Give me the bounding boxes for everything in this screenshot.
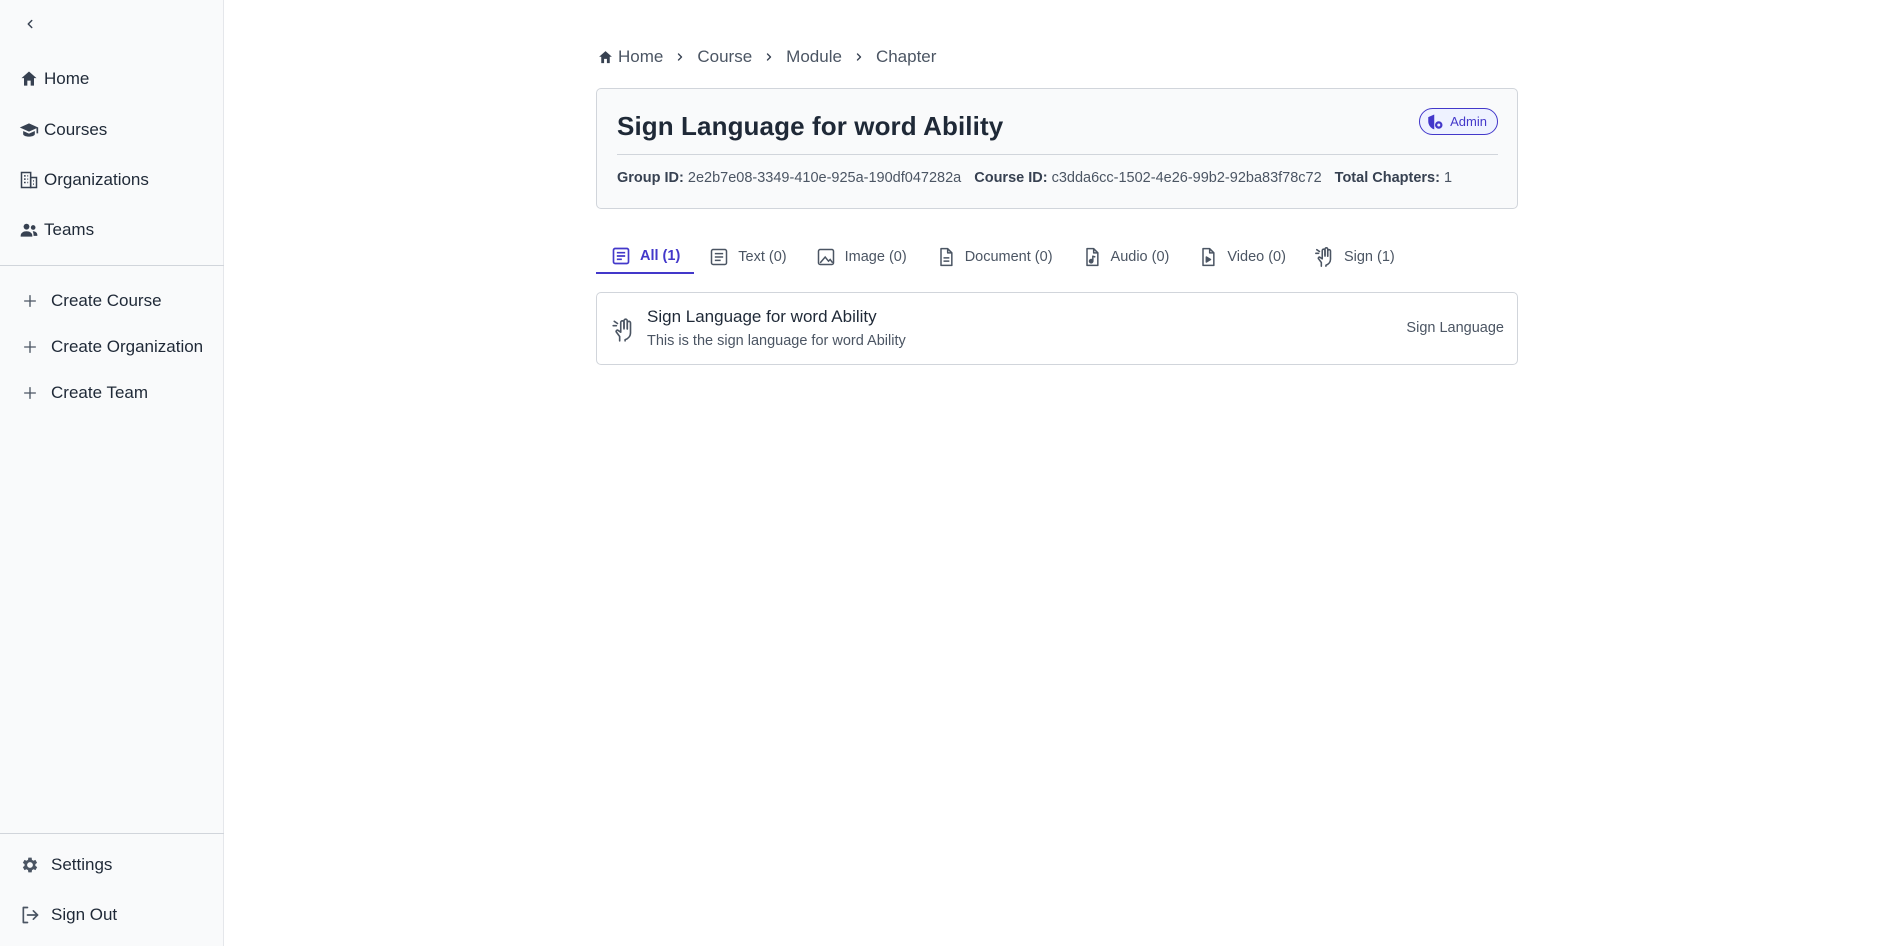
breadcrumb: Home Course Module Chapter bbox=[597, 44, 936, 70]
role-badge: Admin bbox=[1419, 108, 1498, 135]
chevron-right-icon bbox=[763, 51, 775, 63]
tab-label: Document (0) bbox=[964, 249, 1053, 265]
breadcrumb-chapter[interactable]: Chapter bbox=[876, 47, 936, 67]
chapter-title: Sign Language for word Ability bbox=[647, 307, 877, 326]
tab-sign[interactable]: Sign (1) bbox=[1300, 240, 1409, 274]
breadcrumb-module[interactable]: Module bbox=[786, 47, 842, 67]
tab-label: Audio (0) bbox=[1110, 249, 1170, 265]
tab-document[interactable]: Document (0) bbox=[921, 240, 1067, 274]
breadcrumb-home[interactable]: Home bbox=[597, 47, 663, 67]
sidebar-item-label: Courses bbox=[44, 120, 108, 139]
settings-label: Settings bbox=[51, 855, 113, 874]
tab-label: All (1) bbox=[640, 248, 681, 264]
sign-out-icon bbox=[20, 905, 40, 925]
header-divider bbox=[617, 154, 1498, 155]
sign-hand-icon bbox=[611, 317, 637, 343]
building-icon bbox=[18, 169, 40, 191]
create-course-label: Create Course bbox=[51, 291, 162, 310]
tab-all[interactable]: All (1) bbox=[596, 240, 695, 274]
sidebar: Home Courses Organizations Teams Create … bbox=[0, 0, 224, 946]
tab-video[interactable]: Video (0) bbox=[1183, 240, 1300, 274]
plus-icon bbox=[20, 383, 40, 403]
plus-icon bbox=[20, 291, 40, 311]
breadcrumb-course[interactable]: Course bbox=[697, 47, 752, 67]
gear-icon bbox=[20, 855, 40, 875]
sidebar-item-home[interactable]: Home bbox=[18, 65, 89, 93]
content-type-tabs: All (1) Text (0) Image (0) Document (0) … bbox=[596, 240, 1409, 274]
tab-label: Video (0) bbox=[1227, 249, 1286, 265]
course-id: Course ID: c3dda6cc-1502-4e26-99b2-92ba8… bbox=[974, 170, 1322, 186]
sidebar-item-label: Home bbox=[44, 69, 90, 88]
create-course-button[interactable]: Create Course bbox=[20, 287, 162, 315]
graduation-cap-icon bbox=[18, 119, 40, 141]
list-icon bbox=[610, 245, 632, 267]
tab-label: Image (0) bbox=[844, 249, 907, 265]
tab-label: Sign (1) bbox=[1343, 249, 1395, 265]
chevron-right-icon bbox=[674, 51, 686, 63]
chapter-meta: Group ID: 2e2b7e08-3349-410e-925a-190df0… bbox=[617, 170, 1452, 186]
tab-image[interactable]: Image (0) bbox=[801, 240, 921, 274]
sidebar-item-label: Teams bbox=[44, 220, 95, 239]
list-item[interactable]: Sign Language for word Ability This is t… bbox=[596, 292, 1518, 365]
tab-label: Text (0) bbox=[738, 249, 787, 265]
page-title: Sign Language for word Ability bbox=[617, 111, 1004, 141]
sidebar-divider bbox=[0, 833, 224, 834]
tab-text[interactable]: Text (0) bbox=[694, 240, 800, 274]
home-icon bbox=[599, 50, 612, 63]
plus-icon bbox=[20, 337, 40, 357]
sidebar-item-label: Organizations bbox=[44, 170, 149, 189]
create-team-label: Create Team bbox=[51, 383, 149, 402]
text-icon bbox=[708, 246, 730, 268]
sign-hand-icon bbox=[1314, 246, 1336, 268]
settings-button[interactable]: Settings bbox=[20, 851, 112, 879]
tab-audio[interactable]: Audio (0) bbox=[1067, 240, 1184, 274]
image-icon bbox=[815, 246, 837, 268]
video-file-icon bbox=[1197, 246, 1219, 268]
chevron-right-icon bbox=[853, 51, 865, 63]
breadcrumb-home-label: Home bbox=[618, 47, 664, 66]
sign-out-label: Sign Out bbox=[51, 905, 118, 924]
home-icon bbox=[18, 68, 40, 90]
chapter-header-card: Sign Language for word Ability Admin Gro… bbox=[596, 88, 1518, 209]
create-organization-label: Create Organization bbox=[51, 337, 204, 356]
create-organization-button[interactable]: Create Organization bbox=[20, 333, 203, 361]
sidebar-item-teams[interactable]: Teams bbox=[18, 216, 94, 244]
group-id: Group ID: 2e2b7e08-3349-410e-925a-190df0… bbox=[617, 170, 962, 186]
document-icon bbox=[935, 246, 957, 268]
sidebar-item-courses[interactable]: Courses bbox=[18, 116, 107, 144]
sign-out-button[interactable]: Sign Out bbox=[20, 901, 117, 929]
sidebar-item-organizations[interactable]: Organizations bbox=[18, 166, 149, 194]
admin-badge-label: Admin bbox=[1450, 114, 1487, 129]
chevron-left-icon[interactable] bbox=[20, 14, 40, 34]
create-team-button[interactable]: Create Team bbox=[20, 379, 148, 407]
audio-file-icon bbox=[1081, 246, 1103, 268]
sidebar-divider bbox=[0, 265, 224, 266]
chapter-description: This is the sign language for word Abili… bbox=[647, 333, 906, 349]
users-icon bbox=[18, 219, 40, 241]
chapter-type: Sign Language bbox=[1406, 320, 1504, 336]
total-chapters: Total Chapters: 1 bbox=[1334, 170, 1453, 186]
admin-icon bbox=[1428, 114, 1443, 129]
